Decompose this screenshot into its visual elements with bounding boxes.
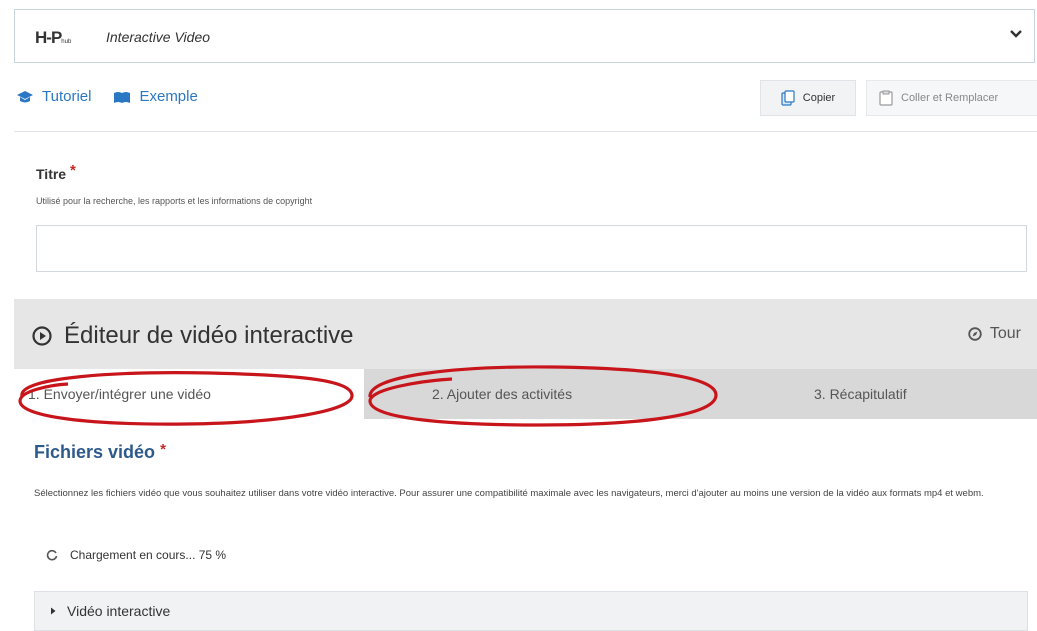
paste-replace-label: Coller et Remplacer — [901, 92, 999, 104]
example-label: Exemple — [139, 88, 198, 105]
tour-button[interactable]: Tour — [968, 325, 1021, 343]
editor-title-text: Éditeur de vidéo interactive — [64, 322, 354, 349]
compass-icon — [968, 327, 982, 341]
video-files-description: Sélectionnez les fichiers vidéo que vous… — [34, 488, 984, 499]
interactive-video-editor-header: Éditeur de vidéo interactive Tour — [14, 299, 1037, 369]
h5p-logo: H-Phub — [35, 28, 72, 47]
loading-text: Chargement en cours... 75 % — [70, 548, 227, 562]
tab-summary[interactable]: 3. Récapitulatif — [814, 369, 907, 419]
play-circle-icon — [32, 326, 52, 346]
title-input[interactable] — [36, 225, 1027, 272]
video-files-heading: Fichiers vidéo * — [34, 441, 166, 462]
open-book-icon — [114, 91, 131, 103]
copy-icon — [781, 90, 795, 106]
spinner-icon — [46, 549, 58, 561]
library-selector[interactable]: H-Phub Interactive Video — [14, 9, 1035, 63]
title-label: Titre * — [36, 162, 76, 182]
upload-progress: Chargement en cours... 75 % — [46, 548, 226, 562]
tutorial-link[interactable]: Tutoriel — [16, 88, 91, 105]
graduation-cap-icon — [17, 90, 33, 102]
example-link[interactable]: Exemple — [113, 88, 198, 105]
title-description: Utilisé pour la recherche, les rapports … — [36, 196, 313, 206]
help-links: Tutoriel Exemple — [16, 88, 198, 105]
chevron-down-icon[interactable] — [1008, 26, 1024, 42]
tour-label: Tour — [989, 325, 1021, 342]
editor-tabs: 1. Envoyer/intégrer une vidéo 2. Ajouter… — [14, 369, 1037, 419]
paste-icon — [879, 90, 893, 106]
copy-button[interactable]: Copier — [760, 80, 856, 116]
tab-upload-video-label: 1. Envoyer/intégrer une vidéo — [28, 386, 211, 402]
tab-upload-video[interactable]: 1. Envoyer/intégrer une vidéo — [14, 369, 364, 419]
caret-right-icon — [51, 607, 56, 615]
collapsible-label: Vidéo interactive — [67, 603, 171, 619]
copy-label: Copier — [802, 92, 836, 104]
required-asterisk: * — [69, 162, 76, 179]
tutorial-label: Tutoriel — [42, 88, 92, 105]
editor-title: Éditeur de vidéo interactive — [32, 322, 354, 350]
required-asterisk: * — [160, 441, 166, 458]
library-name: Interactive Video — [106, 29, 211, 45]
paste-replace-button[interactable]: Coller et Remplacer — [866, 80, 1037, 116]
title-field-group: Titre * Utilisé pour la recherche, les r… — [14, 131, 1037, 300]
interactive-video-collapsible[interactable]: Vidéo interactive — [34, 591, 1028, 631]
tab-add-activities-label: 2. Ajouter des activités — [432, 386, 573, 402]
tab-summary-label: 3. Récapitulatif — [814, 386, 907, 402]
tab-add-activities[interactable]: 2. Ajouter des activités — [432, 369, 572, 419]
